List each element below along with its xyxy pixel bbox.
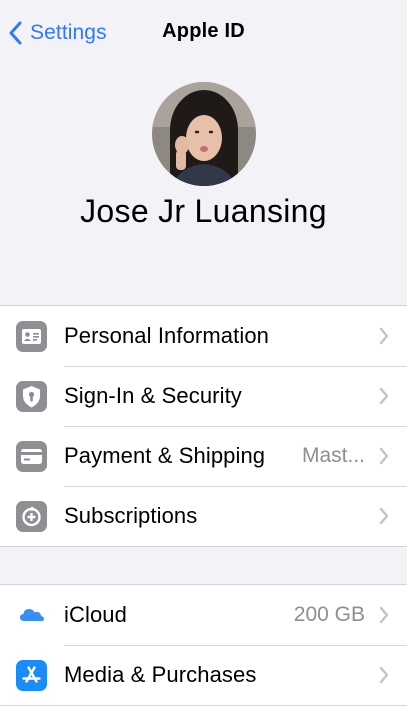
person-card-icon — [16, 321, 47, 352]
icloud-icon — [16, 600, 47, 631]
chevron-right-icon — [379, 327, 389, 345]
payment-method-value: Mast... — [301, 444, 365, 467]
avatar[interactable] — [152, 82, 256, 186]
row-label: Payment & Shipping — [64, 443, 266, 468]
row-label: Media & Purchases — [64, 662, 257, 687]
storage-value: 200 GB — [293, 603, 365, 626]
row-payment-shipping[interactable]: Payment & Shipping Mast... — [0, 426, 407, 486]
chevron-right-icon — [379, 666, 389, 684]
chevron-right-icon — [379, 507, 389, 525]
profile-name: Jose Jr Luansing — [80, 193, 327, 229]
shield-keyhole-icon — [16, 381, 47, 412]
services-group: iCloud 200 GB Media & Purchases — [0, 584, 407, 706]
credit-card-icon — [16, 441, 47, 472]
chevron-right-icon — [379, 387, 389, 405]
subscriptions-icon — [16, 501, 47, 532]
chevron-right-icon — [379, 447, 389, 465]
row-icloud[interactable]: iCloud 200 GB — [0, 585, 407, 645]
row-label: Personal Information — [64, 323, 269, 348]
row-subscriptions[interactable]: Subscriptions — [0, 486, 407, 546]
row-label: iCloud — [64, 602, 127, 627]
account-settings-group: Personal Information Sign-In & Security — [0, 305, 407, 547]
row-label: Subscriptions — [64, 503, 198, 528]
row-sign-in-security[interactable]: Sign-In & Security — [0, 366, 407, 426]
chevron-right-icon — [379, 606, 389, 624]
page-title: Apple ID — [162, 20, 245, 42]
row-label: Sign-In & Security — [64, 383, 242, 408]
row-media-purchases[interactable]: Media & Purchases — [0, 645, 407, 705]
app-store-icon — [16, 660, 47, 691]
navigation-bar: Settings Apple ID — [0, 0, 407, 66]
row-personal-information[interactable]: Personal Information — [0, 306, 407, 366]
